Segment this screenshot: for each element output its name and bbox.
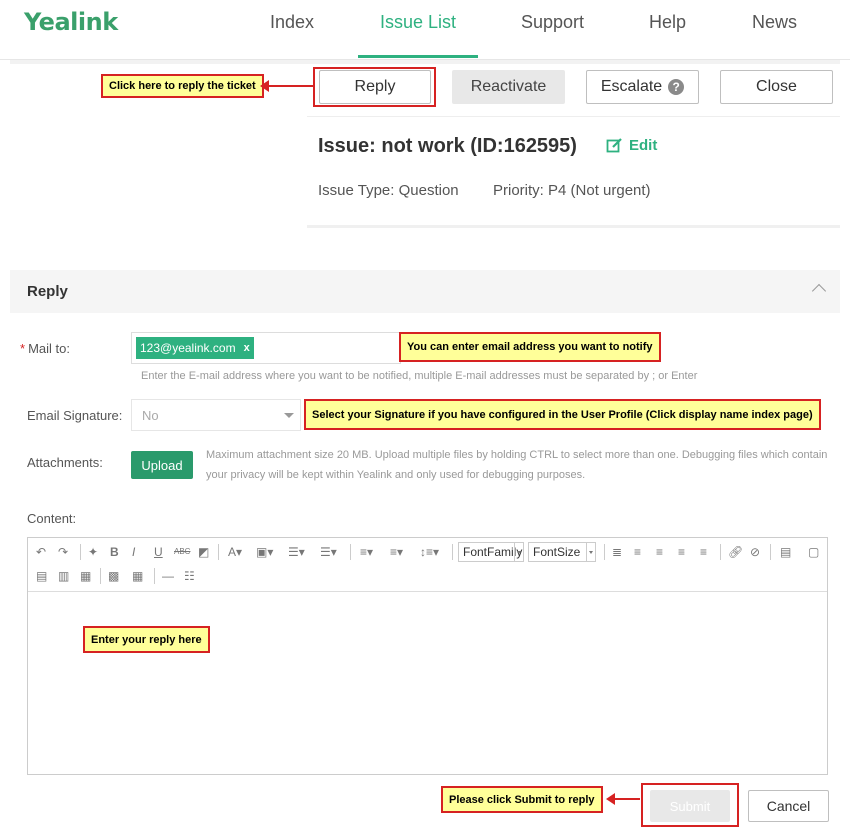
- nav-item-help[interactable]: Help: [649, 12, 686, 58]
- font-family-select[interactable]: FontFamily: [458, 542, 524, 562]
- insert-image-icon[interactable]: ▩: [108, 568, 119, 584]
- toolbar-separator: [350, 544, 351, 560]
- help-icon: ?: [668, 79, 685, 95]
- insert-table-icon[interactable]: ▦: [132, 568, 143, 584]
- image-left-icon[interactable]: ▤: [36, 568, 47, 584]
- signature-label: Email Signature:: [27, 408, 123, 423]
- annotation-signature: Select your Signature if you have config…: [304, 399, 821, 430]
- toolbar-separator: [452, 544, 453, 560]
- issue-type: Issue Type: Question: [318, 182, 459, 199]
- issue-card: [307, 116, 840, 228]
- annotation-reply-ticket: Click here to reply the ticket: [101, 74, 264, 98]
- content-label: Content:: [27, 511, 77, 526]
- required-mark: *: [20, 341, 26, 356]
- unlink-icon[interactable]: ⊘: [750, 544, 760, 560]
- mail-to-input[interactable]: 123@yealink.com x: [131, 332, 401, 364]
- issue-title: Issue: not work (ID:162595): [318, 135, 577, 157]
- edit-link[interactable]: Edit: [606, 137, 657, 154]
- attachment-hint-line-2: your privacy will be kept within Yealink…: [206, 469, 586, 481]
- nav-item-issue-list[interactable]: Issue List: [358, 12, 478, 58]
- edit-icon: [606, 138, 622, 153]
- attachments-label: Attachments:: [27, 455, 103, 470]
- yealink-logo[interactable]: Yealink: [24, 8, 118, 36]
- escalate-label: Escalate: [600, 78, 663, 95]
- page-break-icon[interactable]: ☷: [184, 568, 195, 584]
- underline-icon[interactable]: U: [154, 544, 163, 560]
- row-spacing-bottom-icon[interactable]: ≡▾: [390, 544, 403, 560]
- issue-priority: Priority: P4 (Not urgent): [493, 182, 651, 199]
- link-icon[interactable]: 🔗︎: [728, 544, 743, 560]
- attachment-hint-line-1: Maximum attachment size 20 MB. Upload mu…: [206, 449, 828, 461]
- nav-item-index[interactable]: Index: [270, 12, 314, 58]
- font-size-label: FontSize: [533, 545, 581, 559]
- reply-button[interactable]: Reply: [319, 70, 431, 104]
- signature-value: No: [142, 408, 159, 423]
- fullscreen-icon[interactable]: ▢: [808, 544, 819, 560]
- caret-down-icon: [514, 543, 523, 561]
- toolbar-separator: [720, 544, 721, 560]
- reply-section-title: Reply: [27, 283, 68, 300]
- signature-select[interactable]: No: [131, 399, 301, 431]
- strikethrough-icon[interactable]: ABC: [174, 544, 190, 560]
- redo-icon[interactable]: ↷: [58, 544, 68, 560]
- mail-hint: Enter the E-mail address where you want …: [141, 370, 698, 382]
- annotation-click-submit: Please click Submit to reply: [441, 786, 603, 813]
- background-color-icon[interactable]: ▣▾: [256, 544, 273, 560]
- email-tag-text: 123@yealink.com: [140, 341, 236, 355]
- toolbar-separator: [154, 568, 155, 584]
- undo-icon[interactable]: ↶: [36, 544, 46, 560]
- submit-button[interactable]: Submit: [650, 790, 730, 822]
- toolbar-separator: [218, 544, 219, 560]
- caret-down-icon: [586, 543, 595, 561]
- format-painter-icon[interactable]: ✦: [88, 544, 98, 560]
- editor-toolbar: ↶ ↷ ✦ B I U ABC ◩ A▾ ▣▾ ☰▾ ☰▾ ≡▾ ≡▾ ↕≡▾ …: [28, 538, 827, 592]
- annotation-arrow-reply: [260, 80, 313, 92]
- align-left-icon[interactable]: ≡: [634, 544, 641, 560]
- eraser-icon[interactable]: ◩: [198, 544, 209, 560]
- image-center-icon[interactable]: ▦: [80, 568, 91, 584]
- align-right-icon[interactable]: ≡: [678, 544, 685, 560]
- toolbar-separator: [80, 544, 81, 560]
- row-spacing-top-icon[interactable]: ≡▾: [360, 544, 373, 560]
- image-float-icon[interactable]: ▤: [780, 544, 791, 560]
- align-center-icon[interactable]: ≡: [656, 544, 663, 560]
- bold-icon[interactable]: B: [110, 544, 119, 560]
- italic-icon[interactable]: I: [132, 544, 135, 560]
- font-color-icon[interactable]: A▾: [228, 544, 242, 560]
- line-height-icon[interactable]: ↕≡▾: [420, 544, 439, 560]
- align-justify-icon[interactable]: ≡: [700, 544, 707, 560]
- horizontal-rule-icon[interactable]: —: [162, 568, 174, 584]
- image-right-icon[interactable]: ▥: [58, 568, 69, 584]
- font-size-select[interactable]: FontSize: [528, 542, 596, 562]
- escalate-button[interactable]: Escalate ?: [586, 70, 699, 104]
- annotation-enter-reply: Enter your reply here: [83, 626, 210, 653]
- annotation-arrow-submit: [606, 793, 640, 805]
- cancel-button[interactable]: Cancel: [748, 790, 829, 822]
- mail-to-label: * Mail to:: [20, 341, 70, 356]
- nav-item-news[interactable]: News: [752, 12, 797, 58]
- remove-tag-icon[interactable]: x: [244, 342, 250, 354]
- toolbar-separator: [770, 544, 771, 560]
- nav-divider: [10, 60, 840, 64]
- close-button[interactable]: Close: [720, 70, 833, 104]
- edit-label: Edit: [629, 137, 658, 154]
- mail-to-text: Mail to:: [28, 341, 70, 356]
- nav-item-support[interactable]: Support: [521, 12, 584, 58]
- indent-icon[interactable]: ≣: [612, 544, 622, 560]
- toolbar-separator: [100, 568, 101, 584]
- reactivate-button[interactable]: Reactivate: [452, 70, 565, 104]
- rich-text-editor[interactable]: ↶ ↷ ✦ B I U ABC ◩ A▾ ▣▾ ☰▾ ☰▾ ≡▾ ≡▾ ↕≡▾ …: [27, 537, 828, 775]
- top-nav: Yealink Index Issue List Support Help Ne…: [0, 0, 850, 60]
- email-tag: 123@yealink.com x: [136, 337, 254, 359]
- unordered-list-icon[interactable]: ☰▾: [320, 544, 337, 560]
- upload-button[interactable]: Upload: [131, 451, 193, 479]
- reply-section-header[interactable]: [10, 270, 840, 313]
- caret-down-icon: [284, 413, 294, 418]
- toolbar-separator: [604, 544, 605, 560]
- ordered-list-icon[interactable]: ☰▾: [288, 544, 305, 560]
- annotation-email-notify: You can enter email address you want to …: [399, 332, 661, 362]
